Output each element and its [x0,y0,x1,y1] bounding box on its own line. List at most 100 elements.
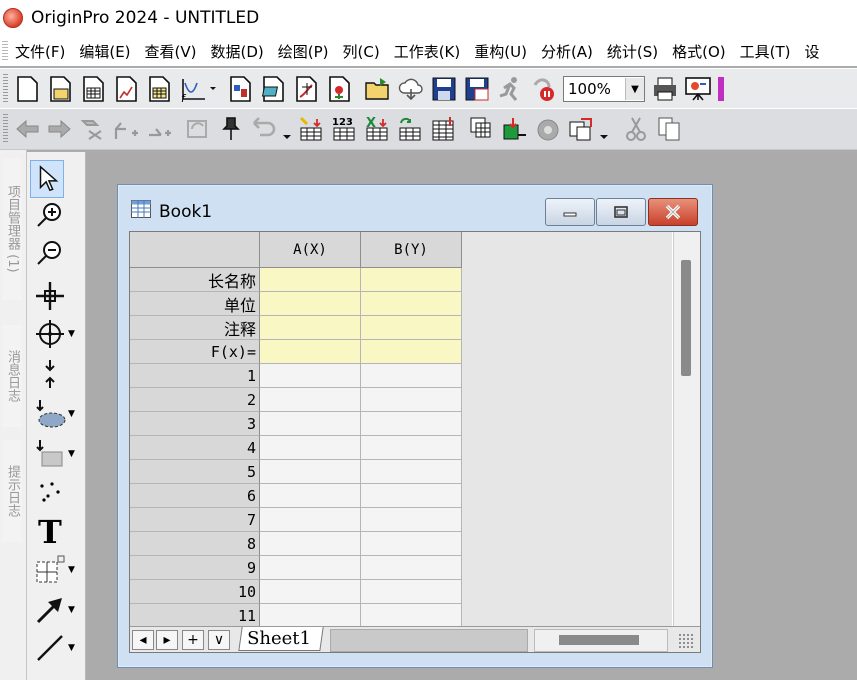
row-header-3[interactable]: 3 [130,412,260,436]
pointer-tool[interactable] [30,160,64,198]
sheet-list-button[interactable]: ∨ [208,630,230,650]
add-plot-button[interactable] [143,112,174,146]
row-header-units[interactable]: 单位 [130,292,260,316]
cell-a-formula[interactable] [260,340,361,364]
toolbar-overflow-icon[interactable] [281,112,293,146]
cell-a-4[interactable] [260,436,361,460]
refresh-button[interactable] [182,112,213,146]
worksheet[interactable]: A(X) B(Y) 长名称 单位 注释 F(x)= 1 2 3 4 5 6 7 … [129,231,701,653]
new-workbook-button[interactable] [77,72,108,106]
vertical-scroll-thumb[interactable] [681,260,691,376]
duplicate-button[interactable] [466,112,497,146]
cell-a-6[interactable] [260,484,361,508]
cell-a-10[interactable] [260,580,361,604]
zoom-out-tool[interactable] [30,236,86,272]
import-excel-button[interactable]: X [361,112,392,146]
new-function-button[interactable]: f [176,72,222,106]
back-button[interactable] [11,112,42,146]
draw-data-tool[interactable] [30,474,86,510]
add-sheet-button[interactable]: + [182,630,204,650]
copy-button[interactable] [653,112,684,146]
project-explorer-tab[interactable]: 项目管理器 (1) [2,158,22,300]
menu-edit[interactable]: 编辑(E) [79,41,130,62]
cell-a-long-name[interactable] [260,268,361,292]
cell-b-long-name[interactable] [361,268,462,292]
hint-log-tab[interactable]: 提示日志 [2,440,22,542]
data-cursor-tool[interactable]: ▼ [30,316,86,352]
cell-b-4[interactable] [361,436,462,460]
cell-a-comments[interactable] [260,316,361,340]
row-header-9[interactable]: 9 [130,556,260,580]
toolbar-overflow-icon[interactable] [598,112,610,146]
menu-analysis[interactable]: 分析(A) [541,41,593,62]
slideshow-button[interactable] [682,72,713,106]
cut-button[interactable] [620,112,651,146]
menu-data[interactable]: 数据(D) [211,41,264,62]
row-header-formula[interactable]: F(x)= [130,340,260,364]
new-layout-button[interactable] [224,72,255,106]
new-app-button[interactable] [323,72,354,106]
sheet-tab-sheet1[interactable]: Sheet1 [238,627,324,651]
row-header-2[interactable]: 2 [130,388,260,412]
row-header-10[interactable]: 10 [130,580,260,604]
message-log-tab[interactable]: 消息日志 [2,325,22,427]
zoom-in-tool[interactable] [30,198,86,234]
menu-file[interactable]: 文件(F) [15,41,65,62]
horizontal-scrollbar[interactable] [534,629,668,652]
copy-sheet-button[interactable] [565,112,596,146]
screen-reader-tool[interactable] [30,356,86,392]
text-tool[interactable]: T [30,512,86,548]
new-folder-button[interactable] [44,72,75,106]
new-project-button[interactable] [11,72,42,106]
graph-object-tool[interactable]: ▼ [30,552,86,588]
row-header-4[interactable]: 4 [130,436,260,460]
book-window[interactable]: Book1 A(X) B(Y) 长名称 单位 注释 F(x)= 1 2 3 4 … [117,184,713,668]
menu-format[interactable]: 格式(O) [672,41,726,62]
row-header-7[interactable]: 7 [130,508,260,532]
cell-b-2[interactable] [361,388,462,412]
maximize-button[interactable] [596,198,646,226]
more-tools-icon[interactable] [715,72,725,106]
minimize-button[interactable] [545,198,595,226]
cell-b-comments[interactable] [361,316,462,340]
cell-a-9[interactable] [260,556,361,580]
save-project-button[interactable] [428,72,459,106]
menu-settings[interactable]: 设 [805,41,820,62]
save-template-button[interactable] [461,72,492,106]
vertical-scrollbar[interactable] [673,232,700,626]
new-notes-button[interactable] [257,72,288,106]
cell-a-8[interactable] [260,532,361,556]
menu-view[interactable]: 查看(V) [145,41,197,62]
book-title-bar[interactable]: Book1 [118,185,712,231]
first-sheet-button[interactable]: ◂ [132,630,154,650]
new-matrix-button[interactable] [143,72,174,106]
set-column-values-button[interactable] [295,112,326,146]
cell-b-1[interactable] [361,364,462,388]
close-button[interactable] [648,198,698,226]
recalculate-button[interactable] [532,112,563,146]
run-script-button[interactable] [494,72,525,106]
cell-a-2[interactable] [260,388,361,412]
row-header-comments[interactable]: 注释 [130,316,260,340]
forward-button[interactable] [44,112,75,146]
row-header-long-name[interactable]: 长名称 [130,268,260,292]
menu-tools[interactable]: 工具(T) [740,41,791,62]
print-button[interactable] [649,72,680,106]
arrow-tool[interactable]: ▼ [30,592,86,628]
menu-column[interactable]: 列(C) [343,41,380,62]
mask-tool[interactable]: ▼ [30,436,86,472]
resize-grip-icon[interactable] [678,633,694,649]
menu-restructure[interactable]: 重构(U) [474,41,527,62]
menu-worksheet[interactable]: 工作表(K) [394,41,461,62]
cell-b-11[interactable] [361,604,462,628]
new-function-window-button[interactable] [290,72,321,106]
fill-row-numbers-button[interactable]: 123 [328,112,359,146]
cell-a-3[interactable] [260,412,361,436]
new-graph-button[interactable] [110,72,141,106]
add-layer-button[interactable] [110,112,141,146]
open-cloud-button[interactable] [395,72,426,106]
column-header-b[interactable]: B(Y) [361,232,462,268]
menu-plot[interactable]: 绘图(P) [278,41,329,62]
corner-cell[interactable] [130,232,260,268]
row-header-6[interactable]: 6 [130,484,260,508]
